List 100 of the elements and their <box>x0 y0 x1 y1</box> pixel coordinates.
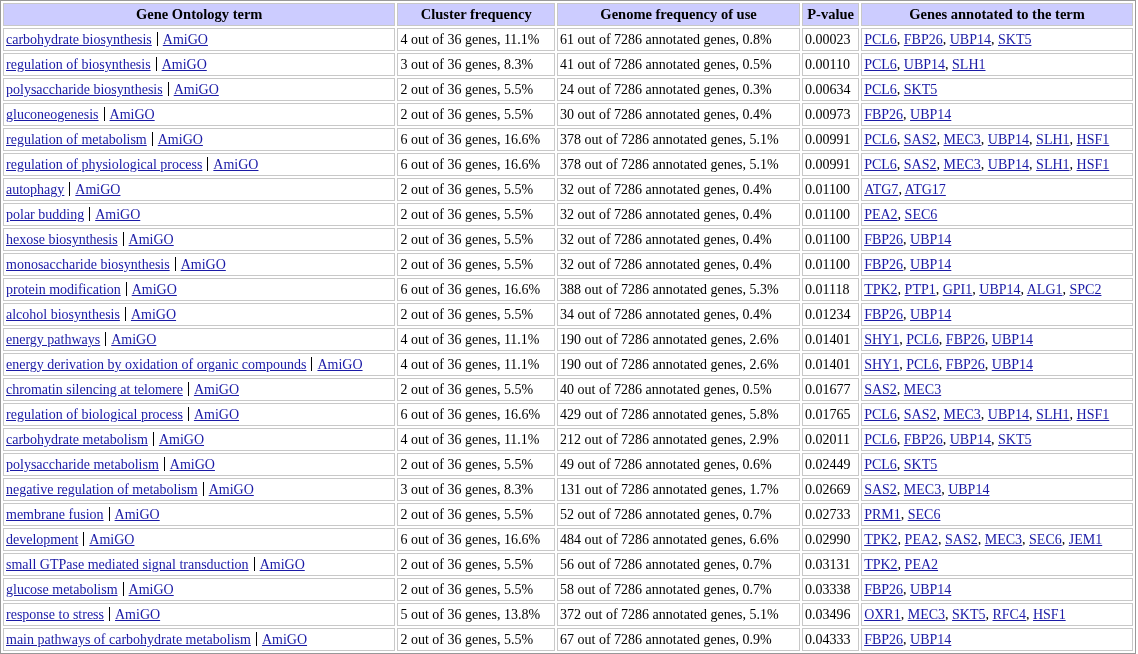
amigo-link[interactable]: AmiGO <box>193 407 240 422</box>
gene-link[interactable]: SEC6 <box>904 207 938 222</box>
gene-link[interactable]: PCL6 <box>864 407 897 422</box>
gene-link[interactable]: SKT5 <box>998 432 1032 447</box>
gene-link[interactable]: PCL6 <box>906 357 939 372</box>
gene-link[interactable]: PEA2 <box>904 557 939 572</box>
gene-link[interactable]: PCL6 <box>864 157 897 172</box>
gene-link[interactable]: JEM1 <box>1068 532 1103 547</box>
term-link[interactable]: chromatin silencing at telomere <box>6 382 183 397</box>
gene-link[interactable]: UBP14 <box>910 632 952 647</box>
amigo-link[interactable]: AmiGO <box>259 557 305 572</box>
gene-link[interactable]: UBP14 <box>910 257 952 272</box>
gene-link[interactable]: OXR1 <box>864 607 901 622</box>
gene-link[interactable]: PCL6 <box>864 432 897 447</box>
amigo-link[interactable]: AmiGO <box>89 532 135 547</box>
term-link[interactable]: hexose biosynthesis <box>6 232 118 247</box>
gene-link[interactable]: PCL6 <box>864 457 897 472</box>
gene-link[interactable]: SKT5 <box>952 607 986 622</box>
gene-link[interactable]: SLH1 <box>1036 132 1070 147</box>
gene-link[interactable]: TPK2 <box>864 282 898 297</box>
amigo-link[interactable]: AmiGO <box>169 457 215 472</box>
gene-link[interactable]: SPC2 <box>1069 282 1102 297</box>
term-link[interactable]: protein modification <box>6 282 121 297</box>
term-link[interactable]: main pathways of carbohydrate metabolism <box>6 632 251 647</box>
gene-link[interactable]: PCL6 <box>864 57 897 72</box>
gene-link[interactable]: TPK2 <box>864 532 898 547</box>
amigo-link[interactable]: AmiGO <box>173 82 219 97</box>
amigo-link[interactable]: AmiGO <box>158 432 205 447</box>
gene-link[interactable]: ALG1 <box>1026 282 1063 297</box>
term-link[interactable]: polysaccharide metabolism <box>6 457 159 472</box>
gene-link[interactable]: MEC3 <box>943 132 981 147</box>
amigo-link[interactable]: AmiGO <box>128 232 174 247</box>
gene-link[interactable]: PRM1 <box>864 507 901 522</box>
term-link[interactable]: response to stress <box>6 607 104 622</box>
gene-link[interactable]: RFC4 <box>992 607 1026 622</box>
gene-link[interactable]: SAS2 <box>864 482 897 497</box>
amigo-link[interactable]: AmiGO <box>162 32 208 47</box>
gene-link[interactable]: SLH1 <box>952 57 986 72</box>
amigo-link[interactable]: AmiGO <box>109 107 155 122</box>
amigo-link[interactable]: AmiGO <box>261 632 308 647</box>
term-link[interactable]: negative regulation of metabolism <box>6 482 198 497</box>
gene-link[interactable]: SKT5 <box>903 82 938 97</box>
amigo-link[interactable]: AmiGO <box>128 582 174 597</box>
gene-link[interactable]: FBP26 <box>903 432 943 447</box>
gene-link[interactable]: UBP14 <box>910 582 952 597</box>
term-link[interactable]: regulation of biological process <box>6 407 183 422</box>
term-link[interactable]: polar budding <box>6 207 85 222</box>
term-link[interactable]: regulation of biosynthesis <box>6 57 151 72</box>
gene-link[interactable]: HSF1 <box>1076 157 1110 172</box>
gene-link[interactable]: UBP14 <box>910 307 952 322</box>
term-link[interactable]: carbohydrate biosynthesis <box>6 32 152 47</box>
term-link[interactable]: energy derivation by oxidation of organic compounds <box>6 357 307 372</box>
term-link[interactable]: polysaccharide biosynthesis <box>6 82 163 97</box>
gene-link[interactable]: PTP1 <box>904 282 936 297</box>
gene-link[interactable]: SKT5 <box>903 457 938 472</box>
gene-link[interactable]: UBP14 <box>949 32 991 47</box>
amigo-link[interactable]: AmiGO <box>161 57 207 72</box>
gene-link[interactable]: PCL6 <box>864 82 897 97</box>
amigo-link[interactable]: AmiGO <box>131 282 177 297</box>
amigo-link[interactable]: AmiGO <box>115 607 161 622</box>
gene-link[interactable]: SLH1 <box>1036 157 1070 172</box>
amigo-link[interactable]: AmiGO <box>317 357 363 372</box>
term-link[interactable]: gluconeogenesis <box>6 107 99 122</box>
amigo-link[interactable]: AmiGO <box>111 332 157 347</box>
gene-link[interactable]: TPK2 <box>864 557 898 572</box>
gene-link[interactable]: MEC3 <box>943 157 981 172</box>
amigo-link[interactable]: AmiGO <box>75 182 121 197</box>
amigo-link[interactable]: AmiGO <box>208 482 254 497</box>
gene-link[interactable]: UBP14 <box>979 282 1021 297</box>
gene-link[interactable]: FBP26 <box>945 357 985 372</box>
gene-link[interactable]: SAS2 <box>864 382 897 397</box>
gene-link[interactable]: UBP14 <box>910 107 952 122</box>
term-link[interactable]: monosaccharide biosynthesis <box>6 257 170 272</box>
gene-link[interactable]: SAS2 <box>903 157 937 172</box>
gene-link[interactable]: SAS2 <box>945 532 978 547</box>
gene-link[interactable]: SAS2 <box>903 407 937 422</box>
gene-link[interactable]: UBP14 <box>991 357 1033 372</box>
amigo-link[interactable]: AmiGO <box>193 382 239 397</box>
amigo-link[interactable]: AmiGO <box>130 307 177 322</box>
gene-link[interactable]: PCL6 <box>906 332 939 347</box>
gene-link[interactable]: PCL6 <box>864 132 897 147</box>
gene-link[interactable]: SKT5 <box>998 32 1032 47</box>
gene-link[interactable]: HSF1 <box>1076 132 1110 147</box>
gene-link[interactable]: SLH1 <box>1036 407 1070 422</box>
gene-link[interactable]: MEC3 <box>943 407 981 422</box>
term-link[interactable]: autophagy <box>6 182 65 197</box>
term-link[interactable]: small GTPase mediated signal transduction <box>6 557 249 572</box>
gene-link[interactable]: UBP14 <box>991 332 1033 347</box>
term-link[interactable]: glucose metabolism <box>6 582 118 597</box>
gene-link[interactable]: HSF1 <box>1032 607 1066 622</box>
gene-link[interactable]: UBP14 <box>948 482 990 497</box>
term-link[interactable]: membrane fusion <box>6 507 104 522</box>
term-link[interactable]: regulation of physiological process <box>6 157 203 172</box>
amigo-link[interactable]: AmiGO <box>95 207 141 222</box>
gene-link[interactable]: UBP14 <box>949 432 991 447</box>
gene-link[interactable]: SAS2 <box>903 132 937 147</box>
amigo-link[interactable]: AmiGO <box>180 257 226 272</box>
term-link[interactable]: development <box>6 532 79 547</box>
gene-link[interactable]: PCL6 <box>864 32 897 47</box>
gene-link[interactable]: MEC3 <box>903 382 942 397</box>
